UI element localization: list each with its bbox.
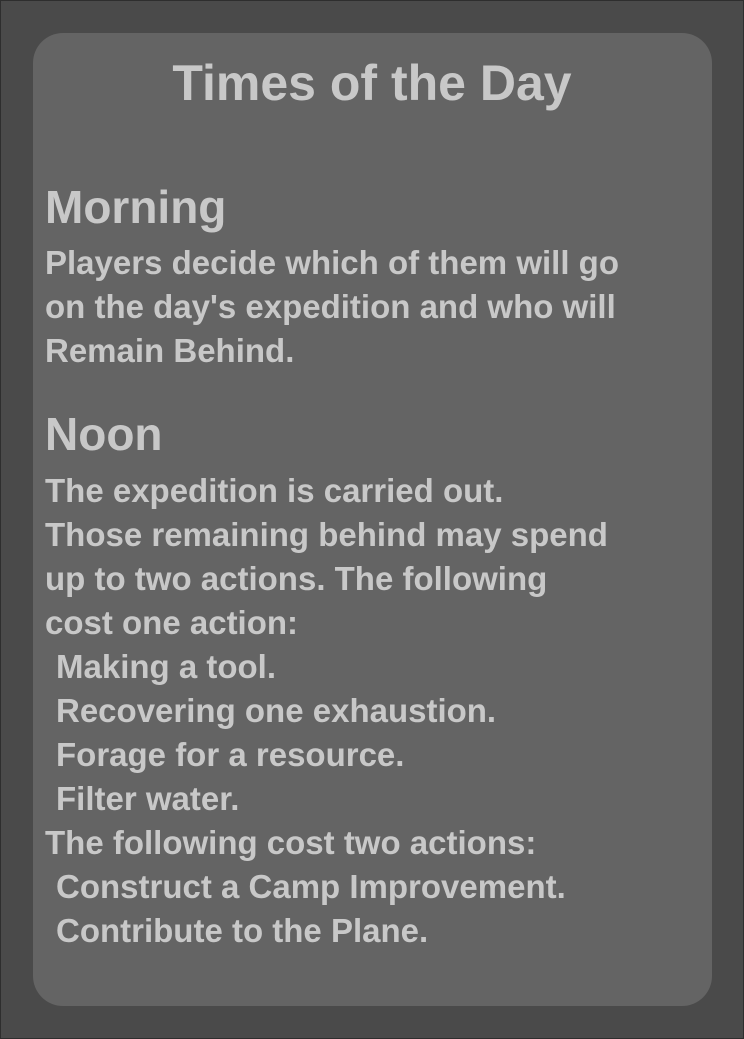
two-action-header: The following cost two actions:: [45, 824, 537, 861]
two-action-item: Contribute to the Plane.: [56, 912, 429, 949]
card-title: Times of the Day: [172, 55, 572, 111]
text-line: Remain Behind.: [45, 332, 295, 369]
text-line: Players decide which of them will go: [45, 244, 619, 281]
text-line: up to two actions. The following: [45, 560, 548, 597]
text-line: on the day's expedition and who will: [45, 288, 616, 325]
one-action-item: Recovering one exhaustion.: [56, 692, 497, 729]
section-text-morning: Players decide which of them will go on …: [45, 241, 619, 373]
text-line: Those remaining behind may spend: [45, 516, 608, 553]
text-line: cost one action:: [45, 604, 299, 641]
section-heading-morning: Morning: [45, 181, 227, 233]
one-action-item: Making a tool.: [56, 648, 277, 685]
section-text-noon: The expedition is carried out. Those rem…: [45, 469, 608, 953]
one-action-item: Forage for a resource.: [56, 736, 405, 773]
section-heading-noon: Noon: [45, 408, 163, 460]
one-action-item: Filter water.: [56, 780, 240, 817]
two-action-item: Construct a Camp Improvement.: [56, 868, 566, 905]
text-line: The expedition is carried out.: [45, 472, 504, 509]
